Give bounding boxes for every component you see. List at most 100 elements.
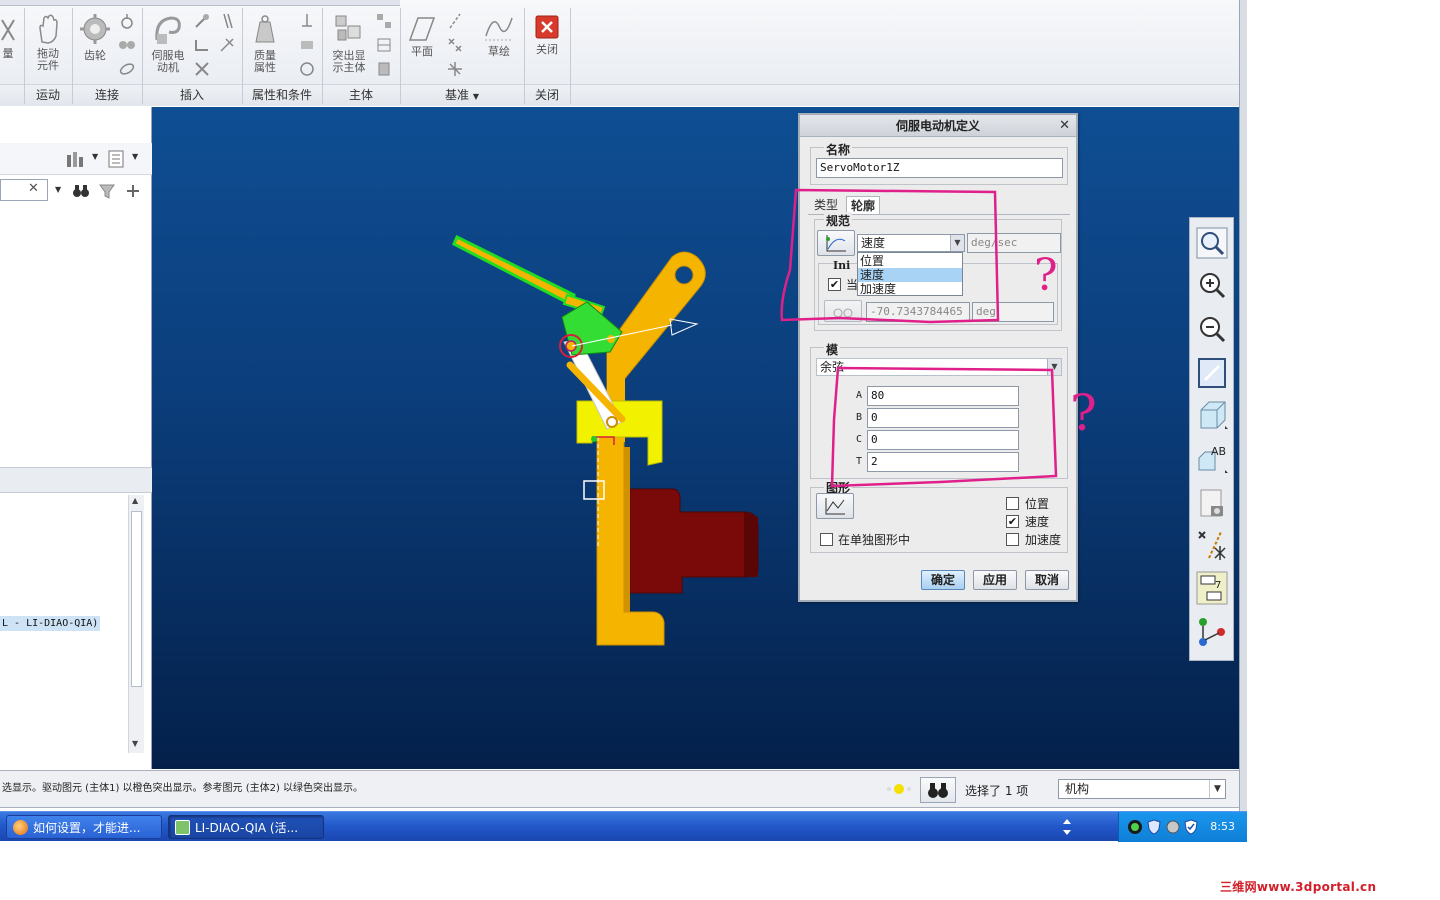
param-b-field[interactable]: 0 (867, 408, 1019, 428)
chevron-down-icon[interactable]: ▼ (132, 152, 138, 161)
body-green-handle (452, 234, 576, 308)
display-style-button[interactable] (1195, 398, 1229, 434)
shield-icon[interactable] (1146, 819, 1162, 835)
redefine-body-icon[interactable] (375, 60, 393, 78)
servo-motor-icon (155, 16, 181, 44)
selection-filter-select[interactable]: 机构 ▼ (1058, 779, 1226, 799)
filter-icon[interactable] (98, 182, 116, 200)
spring-icon[interactable] (193, 36, 211, 54)
network-icon[interactable] (1165, 819, 1181, 835)
csys-icon[interactable] (446, 60, 464, 78)
cancel-button[interactable]: 取消 (1025, 570, 1069, 590)
apply-button[interactable]: 应用 (973, 570, 1017, 590)
spec-option-acceleration[interactable]: 加速度 (858, 282, 962, 296)
current-position-checkbox[interactable]: ✔ (828, 278, 841, 291)
reconnect-icon[interactable] (375, 36, 393, 54)
panel-divider[interactable] (0, 467, 152, 493)
chevron-down-icon[interactable]: ▼ (1209, 780, 1225, 798)
antivirus-icon[interactable] (1127, 819, 1143, 835)
axis-icon[interactable] (446, 12, 464, 30)
find-button[interactable] (920, 777, 956, 803)
graph-velocity-checkbox[interactable]: ✔ (1006, 515, 1019, 528)
spec-dropdown-list: 位置 速度 加速度 (857, 252, 963, 296)
chevron-down-icon[interactable]: ▼ (55, 185, 61, 194)
scroll-up-icon[interactable]: ▲ (132, 496, 138, 505)
param-c-field[interactable]: 0 (867, 430, 1019, 450)
zoom-in-icon (1200, 273, 1226, 299)
graph-position-checkbox[interactable] (1006, 497, 1019, 510)
spec-graph-button[interactable] (817, 230, 855, 256)
repaint-button[interactable] (1195, 356, 1229, 392)
saved-orientations-button[interactable]: AB (1195, 442, 1229, 478)
graph-button[interactable] (816, 493, 854, 519)
body-definition-icon[interactable] (375, 12, 393, 30)
belt-icon[interactable] (118, 36, 136, 54)
name-field[interactable]: ServoMotor1Z (816, 158, 1063, 178)
mass-properties-button[interactable]: 质量 属性 (246, 12, 284, 74)
torque-icon[interactable] (218, 36, 236, 54)
add-icon[interactable] (124, 182, 142, 200)
datum-display-button[interactable] (1195, 528, 1229, 564)
separate-graph-checkbox[interactable] (820, 533, 833, 546)
view-manager-button[interactable] (1195, 486, 1229, 522)
scrollbar-thumb[interactable] (131, 511, 142, 687)
connection-display-button[interactable] (1195, 614, 1229, 650)
cam-icon[interactable] (118, 12, 136, 30)
servo-motor-button[interactable]: 伺服电 动机 (148, 12, 188, 74)
annotation-display-button[interactable]: 7 (1195, 570, 1229, 606)
chevron-down-icon[interactable]: ▼ (1047, 359, 1061, 375)
refit-button[interactable] (1195, 226, 1229, 262)
dialog-close-icon[interactable]: ✕ (1059, 118, 1070, 133)
force-icon[interactable] (218, 12, 236, 30)
initial-value-field[interactable]: -70.7343784465 (866, 302, 970, 322)
model-select[interactable]: 余弦 ▼ (816, 358, 1062, 376)
spec-label: 规范 (824, 212, 853, 229)
taskbar-item-creo[interactable]: LI-DIAO-QIA (活... (168, 815, 324, 839)
scroll-arrows-icon[interactable] (1060, 817, 1074, 837)
gravity-icon[interactable] (298, 12, 316, 30)
motor-icon[interactable] (193, 12, 211, 30)
scroll-down-icon[interactable]: ▼ (132, 739, 138, 748)
damper-icon[interactable] (193, 60, 211, 78)
group-label-datum[interactable]: 基准 ▼ (400, 86, 524, 104)
taskbar-item-browser[interactable]: 如何设置，才能进... (6, 815, 162, 839)
zoom-in-button[interactable] (1195, 268, 1229, 304)
param-a-field[interactable]: 80 (867, 386, 1019, 406)
clock: 8:53 (1210, 820, 1235, 833)
drag-components-button[interactable]: 拖动 元件 (30, 12, 66, 72)
security-shield-icon[interactable] (1183, 819, 1199, 835)
close-button[interactable]: 关闭 (530, 14, 564, 56)
param-t-field[interactable]: 2 (867, 452, 1019, 472)
ok-button[interactable]: 确定 (921, 570, 965, 590)
model-tree-scrollbar[interactable]: ▲ ▼ (128, 495, 144, 753)
spec-select[interactable]: 速度 ▼ (857, 234, 965, 252)
plane-button[interactable]: 平面 (404, 14, 440, 58)
ribbon-button-measure[interactable]: 量 (0, 14, 16, 60)
model-tree-search-input[interactable] (0, 179, 48, 201)
name-label: 名称 (824, 141, 853, 158)
point-icon[interactable] (446, 36, 464, 54)
highlight-body-label: 突出显 示主体 (332, 49, 366, 74)
tree-item-assembly[interactable]: L - LI-DIAO-QIA) (0, 616, 101, 631)
zoom-out-icon (1200, 317, 1226, 343)
gear-button[interactable]: 齿轮 (76, 12, 114, 62)
sketch-button[interactable]: 草绘 (482, 12, 516, 58)
chevron-down-icon[interactable]: ▼ (950, 235, 964, 251)
group-label-motion: 运动 (35, 88, 60, 102)
termination-icon[interactable] (298, 60, 316, 78)
sketch-label: 草绘 (488, 45, 510, 58)
find-binoculars-icon[interactable] (72, 182, 90, 200)
zoom-out-button[interactable] (1195, 312, 1229, 348)
clear-search-icon[interactable]: ✕ (28, 181, 39, 196)
graph-acceleration-checkbox[interactable] (1006, 533, 1019, 546)
spec-option-velocity[interactable]: 速度 (858, 268, 962, 282)
initial-button[interactable] (824, 300, 862, 322)
highlight-body-button[interactable]: 突出显 示主体 (328, 12, 370, 74)
glasses-icon (833, 308, 853, 318)
initial-condition-icon[interactable] (298, 36, 316, 54)
settings-icon[interactable] (64, 149, 86, 169)
chevron-down-icon[interactable]: ▼ (92, 152, 98, 161)
show-list-icon[interactable] (106, 149, 126, 169)
spec-option-position[interactable]: 位置 (858, 254, 962, 268)
3d-contact-icon[interactable] (118, 60, 136, 78)
